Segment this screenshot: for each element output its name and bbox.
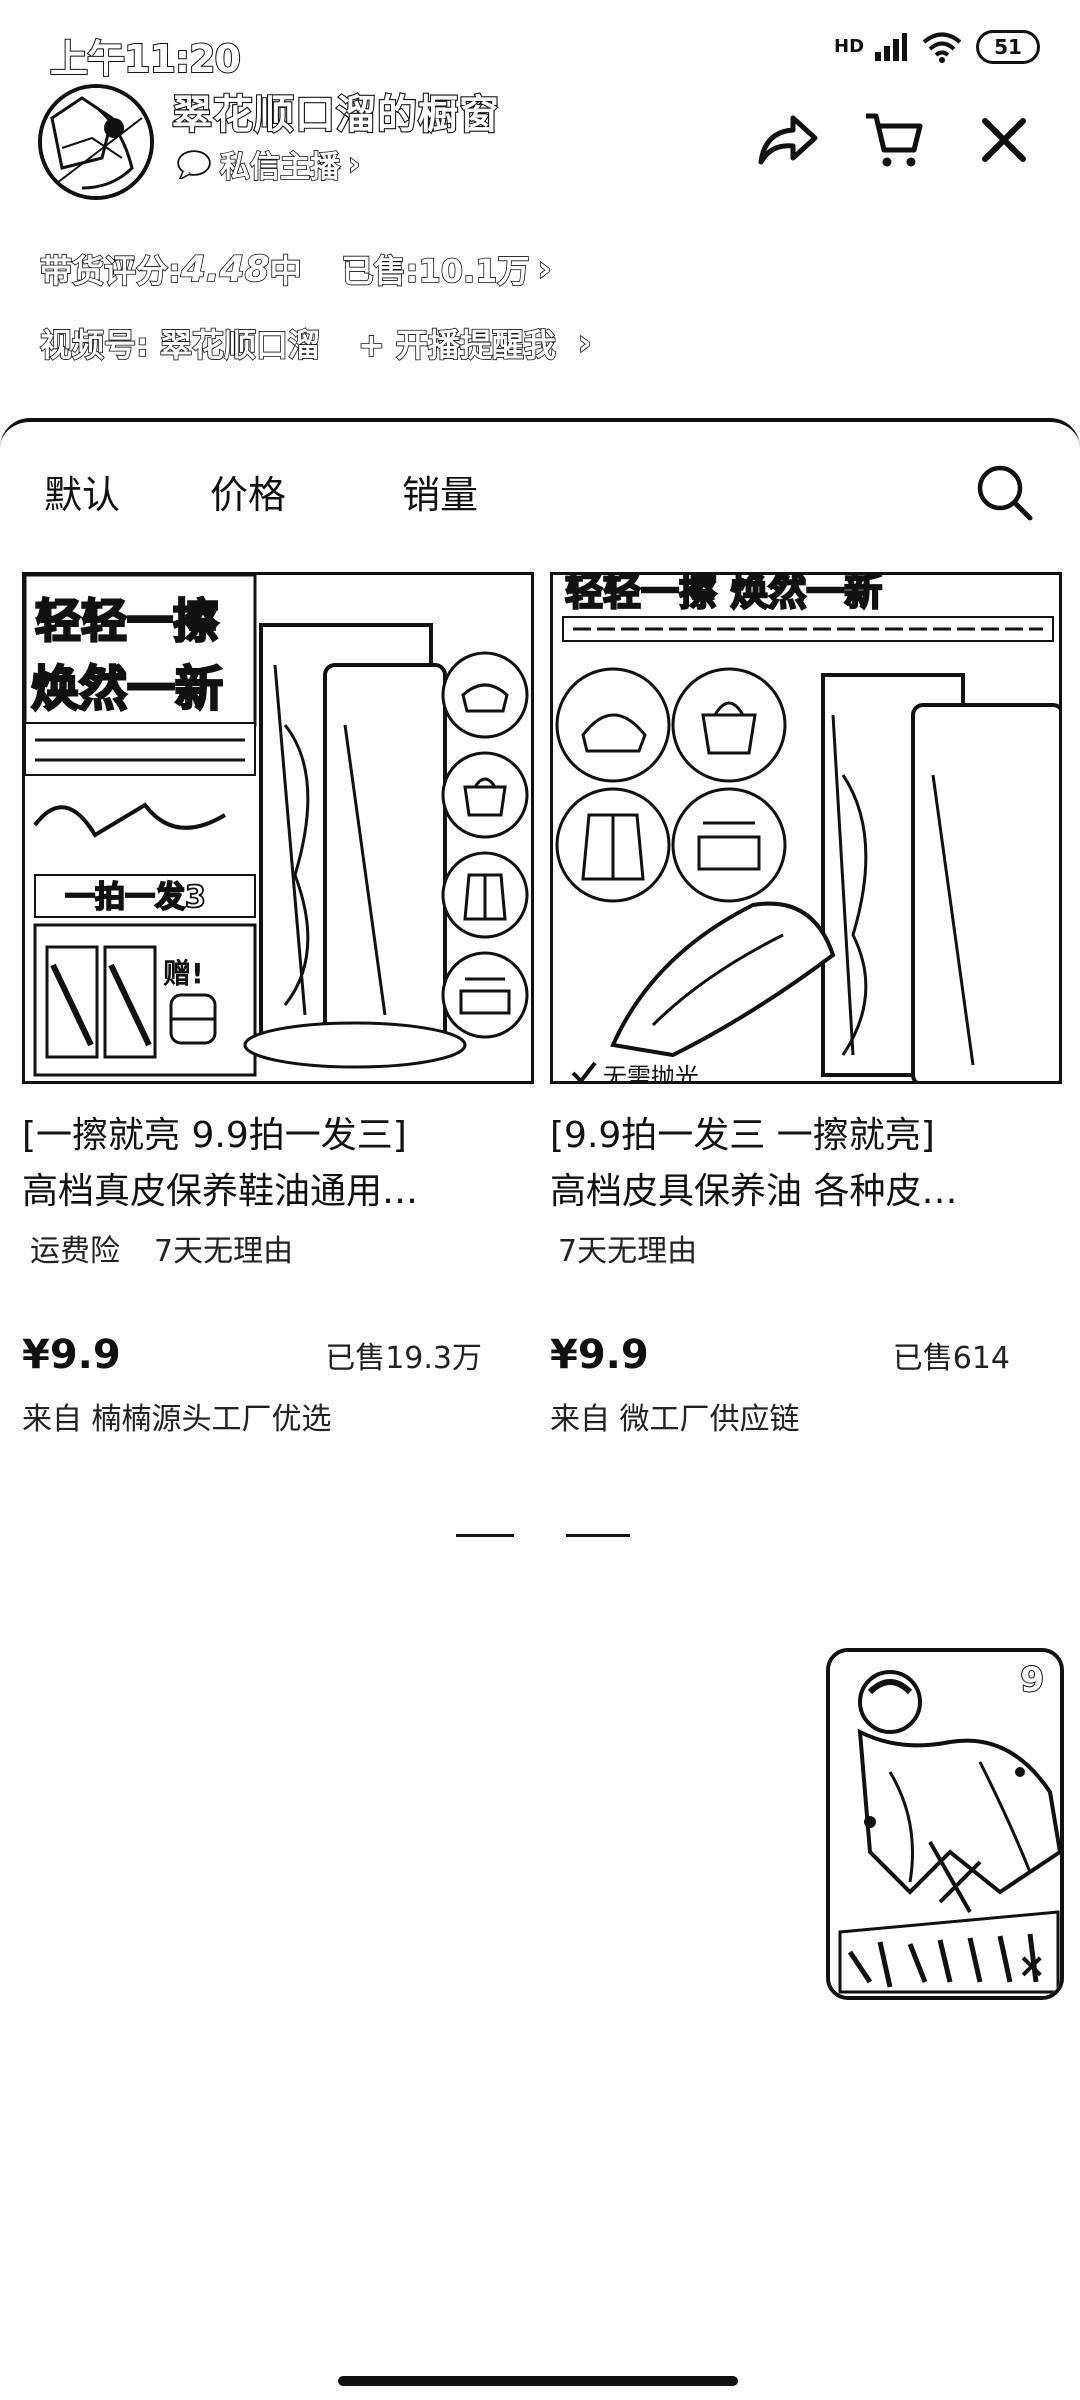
product-tags: 运费险 7天无理由 xyxy=(22,1226,534,1270)
shopping-cart-icon xyxy=(866,113,923,167)
product-sold-count: 已售614 xyxy=(892,1341,1010,1376)
sort-tab-price[interactable]: 价格 xyxy=(210,464,286,519)
image-badge: 一拍一发3 xyxy=(65,880,206,915)
avatar[interactable] xyxy=(38,84,154,200)
product-tags: 7天无理由 xyxy=(550,1226,1062,1270)
price-row: ¥9.9 已售19.3万 xyxy=(22,1332,482,1378)
image-headline-1: 轻轻一擦 xyxy=(35,594,219,648)
message-streamer-label: 私信主播 xyxy=(219,149,341,186)
tag-shipping-insurance: 运费险 xyxy=(30,1234,120,1269)
share-button[interactable] xyxy=(748,100,828,180)
battery-level: 51 xyxy=(994,35,1022,59)
video-channel-label: 视频号: 翠花顺口溜 xyxy=(39,325,321,365)
product-card[interactable]: 轻轻一擦 焕然一新 一拍一发3 赠! [一擦就亮 9.9拍一发三] 高档真皮保养… xyxy=(22,572,534,1438)
product-price: ¥9.9 xyxy=(22,1332,121,1378)
channel-row: 视频号: 翠花顺口溜 + 开播提醒我 › xyxy=(39,320,593,366)
chevron-right-icon: › xyxy=(537,248,553,290)
close-icon xyxy=(982,118,1026,162)
product-card[interactable]: 轻轻一擦 焕然一新 无需抛光 [9.9拍一发三 一擦就亮] 高档皮具保养油 各种… xyxy=(550,572,1062,1438)
search-button[interactable] xyxy=(970,458,1040,528)
chevron-right-icon: › xyxy=(347,146,361,183)
close-live-icon[interactable]: × xyxy=(1018,1946,1047,1986)
close-button[interactable] xyxy=(964,100,1044,180)
shop-header: 翠花顺口溜的橱窗 私信主播 › xyxy=(0,70,1080,200)
message-streamer-button[interactable]: 私信主播 › xyxy=(176,142,361,186)
product-image[interactable]: 轻轻一擦 焕然一新 无需抛光 xyxy=(550,572,1062,1084)
product-photo-icon: 轻轻一擦 焕然一新 一拍一发3 赠! xyxy=(25,575,531,1081)
image-headline-2: 焕然一新 xyxy=(31,661,223,717)
image-headline-1: 轻轻一擦 焕然一新 xyxy=(565,575,882,614)
image-badge: 无需抛光 xyxy=(603,1063,699,1084)
wifi-icon xyxy=(922,32,962,63)
product-image[interactable]: 轻轻一擦 焕然一新 一拍一发3 赠! xyxy=(22,572,534,1084)
sold-label: 已售: xyxy=(341,251,419,291)
live-reminder-button[interactable]: + 开播提醒我 › xyxy=(357,320,593,366)
floating-live-window[interactable]: 9 × xyxy=(826,1648,1064,2000)
sold-stats[interactable]: 已售: 10.1万 › xyxy=(341,246,553,292)
product-price: ¥9.9 xyxy=(550,1332,649,1378)
image-gift: 赠! xyxy=(163,957,204,990)
product-source: 来自 楠楠源头工厂优选 xyxy=(22,1402,332,1437)
shop-stats-row: 带货评分: 4.48 中 已售: 10.1万 › xyxy=(39,246,553,292)
cellular-signal-icon xyxy=(875,33,907,61)
search-icon xyxy=(977,465,1033,521)
share-icon xyxy=(758,115,818,165)
rating-label: 带货评分: xyxy=(39,251,181,291)
home-indicator[interactable] xyxy=(338,2376,738,2386)
cart-button[interactable] xyxy=(854,100,934,180)
product-title: [9.9拍一发三 一擦就亮] xyxy=(550,1115,935,1156)
page-indicator-left xyxy=(456,1534,514,1537)
live-badge: 9 xyxy=(1019,1659,1045,1701)
sold-value: 10.1万 xyxy=(418,251,531,291)
page-indicator-right xyxy=(566,1534,630,1537)
sort-tab-sales[interactable]: 销量 xyxy=(402,464,478,519)
product-title: [一擦就亮 9.9拍一发三] xyxy=(22,1115,407,1156)
product-sold-count: 已售19.3万 xyxy=(325,1341,482,1376)
product-subtitle: 高档真皮保养鞋油通用… xyxy=(22,1171,419,1212)
product-photo-icon: 轻轻一擦 焕然一新 无需抛光 xyxy=(553,575,1059,1084)
product-subtitle: 高档皮具保养油 各种皮… xyxy=(550,1171,958,1212)
hd-signal-label: HD xyxy=(834,36,865,57)
sort-bar: 默认 价格 销量 xyxy=(0,452,1080,532)
sort-tab-default[interactable]: 默认 xyxy=(44,464,120,519)
status-icons: HD 51 xyxy=(834,30,1040,64)
chat-bubble-icon xyxy=(177,150,211,179)
live-reminder-label: + 开播提醒我 xyxy=(357,325,557,365)
avatar-image-icon xyxy=(42,88,150,196)
chevron-right-icon: › xyxy=(577,322,593,364)
price-row: ¥9.9 已售614 xyxy=(550,1332,1010,1378)
tag-7-day-return: 7天无理由 xyxy=(558,1234,698,1269)
rating-value: 4.48 xyxy=(180,248,270,291)
shop-title: 翠花顺口溜的橱窗 xyxy=(171,91,500,139)
battery-icon: 51 xyxy=(976,30,1040,64)
product-source: 来自 微工厂供应链 xyxy=(550,1402,800,1437)
product-showcase-panel: 默认 价格 销量 轻轻一擦 焕然一新 一拍一发3 赠! [一擦就亮 9.9拍一发… xyxy=(0,418,1080,2400)
rating-level: 中 xyxy=(269,251,303,291)
tag-7-day-return: 7天无理由 xyxy=(154,1234,294,1269)
